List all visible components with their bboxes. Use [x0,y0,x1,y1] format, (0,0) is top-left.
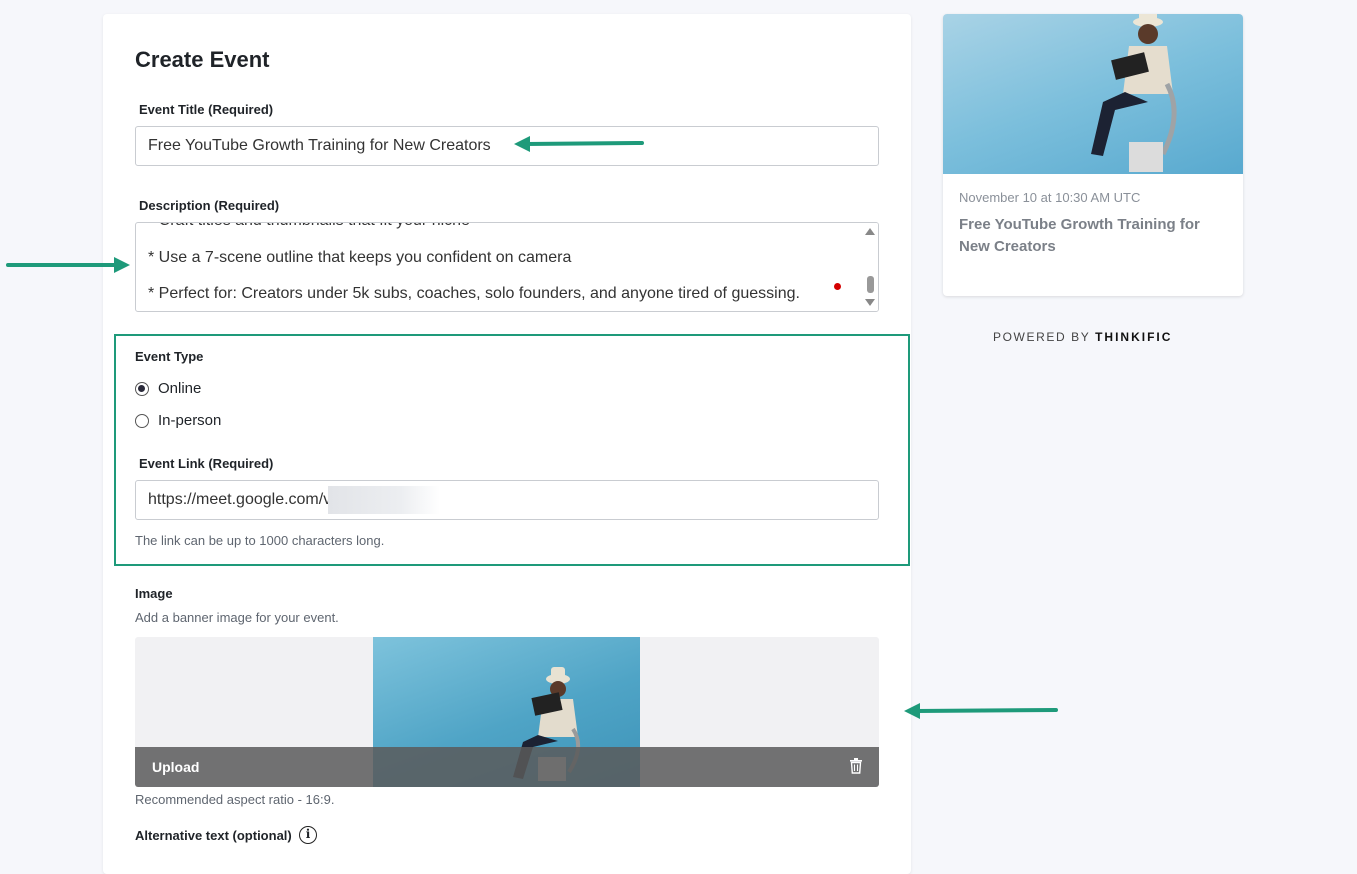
event-link-label: Event Link (Required) [139,456,274,471]
preview-date: November 10 at 10:30 AM UTC [959,190,1141,205]
annotation-arrow-right-icon [6,257,130,273]
upload-button[interactable]: Upload [152,759,199,775]
trash-icon[interactable] [849,758,863,774]
description-line: * Perfect for: Creators under 5k subs, c… [148,285,800,302]
event-type-label: Event Type [135,349,204,364]
upload-bar: Upload [135,747,879,787]
scroll-thumb[interactable] [867,276,874,293]
description-scrollbar[interactable] [862,223,878,311]
thinkific-logo[interactable]: THINKIFIC [1095,330,1172,344]
event-type-in-person[interactable]: In-person [135,412,221,429]
description-line: * Craft titles and thumbnails that fit y… [148,223,470,230]
powered-by: POWERED BY THINKIFIC [993,330,1172,344]
event-type-in-person-label: In-person [158,412,222,429]
event-link-help: The link can be up to 1000 characters lo… [135,533,385,548]
annotation-highlight-box [114,334,910,566]
image-label: Image [135,586,173,601]
aspect-ratio-help: Recommended aspect ratio - 16:9. [135,792,335,807]
scroll-up-icon[interactable] [865,228,875,235]
event-title-input[interactable]: Free YouTube Growth Training for New Cre… [135,126,879,166]
alt-text-label: Alternative text (optional) [135,828,292,843]
radio-unselected-icon[interactable] [135,413,149,428]
image-help: Add a banner image for your event. [135,610,339,625]
event-preview-card: November 10 at 10:30 AM UTC Free YouTube… [943,14,1243,296]
page-title: Create Event [135,47,270,72]
redaction-blur [328,486,440,514]
description-label: Description (Required) [139,198,280,213]
event-type-online[interactable]: Online [135,380,201,397]
banner-image-dropzone[interactable]: Upload [135,637,879,787]
event-type-online-label: Online [158,380,202,397]
annotation-arrow-left-icon [514,136,644,152]
preview-seated-man-illustration [1091,14,1177,172]
preview-title: Free YouTube Growth Training for New Cre… [959,216,1200,255]
info-icon[interactable]: i [299,826,317,844]
radio-selected-icon[interactable] [135,381,149,396]
spellcheck-dot [834,283,841,290]
annotation-arrow-left-icon [904,703,1058,719]
powered-by-prefix: POWERED BY [993,330,1091,344]
scroll-down-icon[interactable] [865,299,875,306]
description-line: * Use a 7-scene outline that keeps you c… [148,249,572,266]
event-title-label: Event Title (Required) [139,102,274,117]
event-link-input[interactable]: https://meet.google.com/v [135,480,879,520]
preview-image [943,14,1243,174]
description-textarea[interactable]: * Craft titles and thumbnails that fit y… [135,222,879,312]
